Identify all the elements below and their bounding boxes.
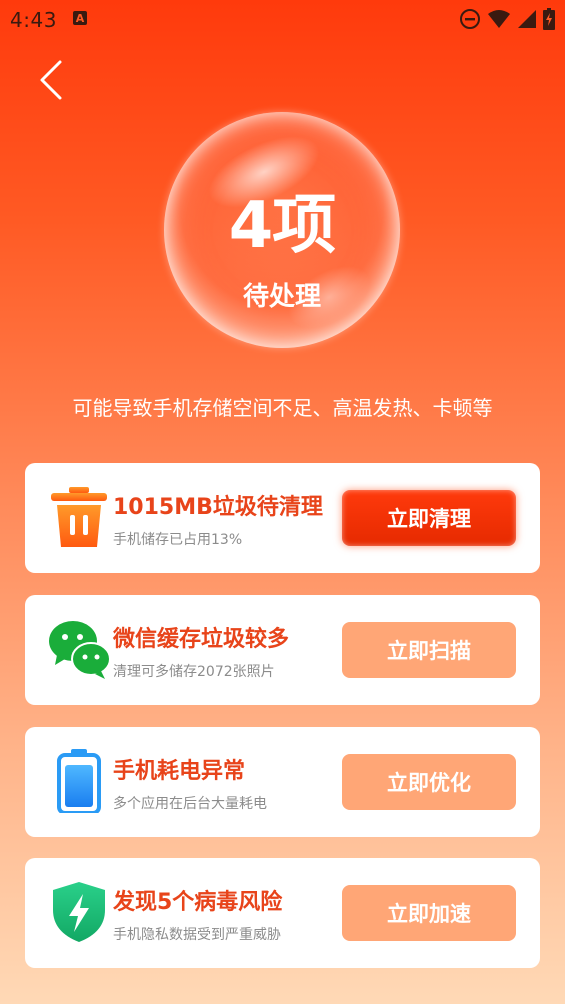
cellular-signal-icon (518, 10, 536, 28)
card-title: 发现5个病毒风险 (113, 890, 283, 915)
trash-icon (51, 487, 107, 547)
card-title: 微信缓存垃圾较多 (113, 627, 290, 652)
junk-clean-card: 1015MB垃圾待清理 手机储存已占用13% 立即清理 (25, 463, 540, 573)
wechat-cache-card: 微信缓存垃圾较多 清理可多储存2072张照片 立即扫描 (25, 595, 540, 705)
scan-now-button[interactable]: 立即扫描 (342, 622, 516, 678)
pending-items-bubble: 4项 待处理 (164, 112, 400, 348)
wifi-icon (488, 10, 510, 28)
status-bar: 4:43 A (0, 0, 565, 40)
card-description: 多个应用在后台大量耗电 (113, 796, 267, 812)
back-button[interactable] (34, 58, 70, 102)
shield-bolt-icon (53, 882, 105, 942)
pending-label: 待处理 (242, 282, 321, 312)
card-title: 1015MB垃圾待清理 (113, 495, 323, 520)
card-description: 手机储存已占用13% (113, 532, 243, 548)
battery-icon (57, 749, 101, 813)
status-time: 4:43 (10, 8, 57, 32)
speed-up-now-button[interactable]: 立即加速 (342, 885, 516, 941)
optimize-now-button[interactable]: 立即优化 (342, 754, 516, 810)
do-not-disturb-icon (460, 9, 480, 29)
clean-now-button[interactable]: 立即清理 (342, 490, 516, 546)
virus-risk-card: 发现5个病毒风险 手机隐私数据受到严重威胁 立即加速 (25, 858, 540, 968)
card-description: 手机隐私数据受到严重威胁 (113, 927, 281, 943)
card-description: 清理可多储存2072张照片 (113, 664, 275, 680)
status-icons (459, 8, 555, 30)
pending-count: 4项 (228, 189, 337, 263)
chevron-left-icon (40, 60, 62, 100)
battery-drain-card: 手机耗电异常 多个应用在后台大量耗电 立即优化 (25, 727, 540, 837)
warning-subtitle: 可能导致手机存储空间不足、高温发热、卡顿等 (72, 396, 493, 420)
notification-app-icon: A (73, 11, 87, 25)
battery-charging-icon (543, 8, 555, 30)
card-title: 手机耗电异常 (113, 759, 246, 784)
wechat-icon (49, 621, 111, 679)
